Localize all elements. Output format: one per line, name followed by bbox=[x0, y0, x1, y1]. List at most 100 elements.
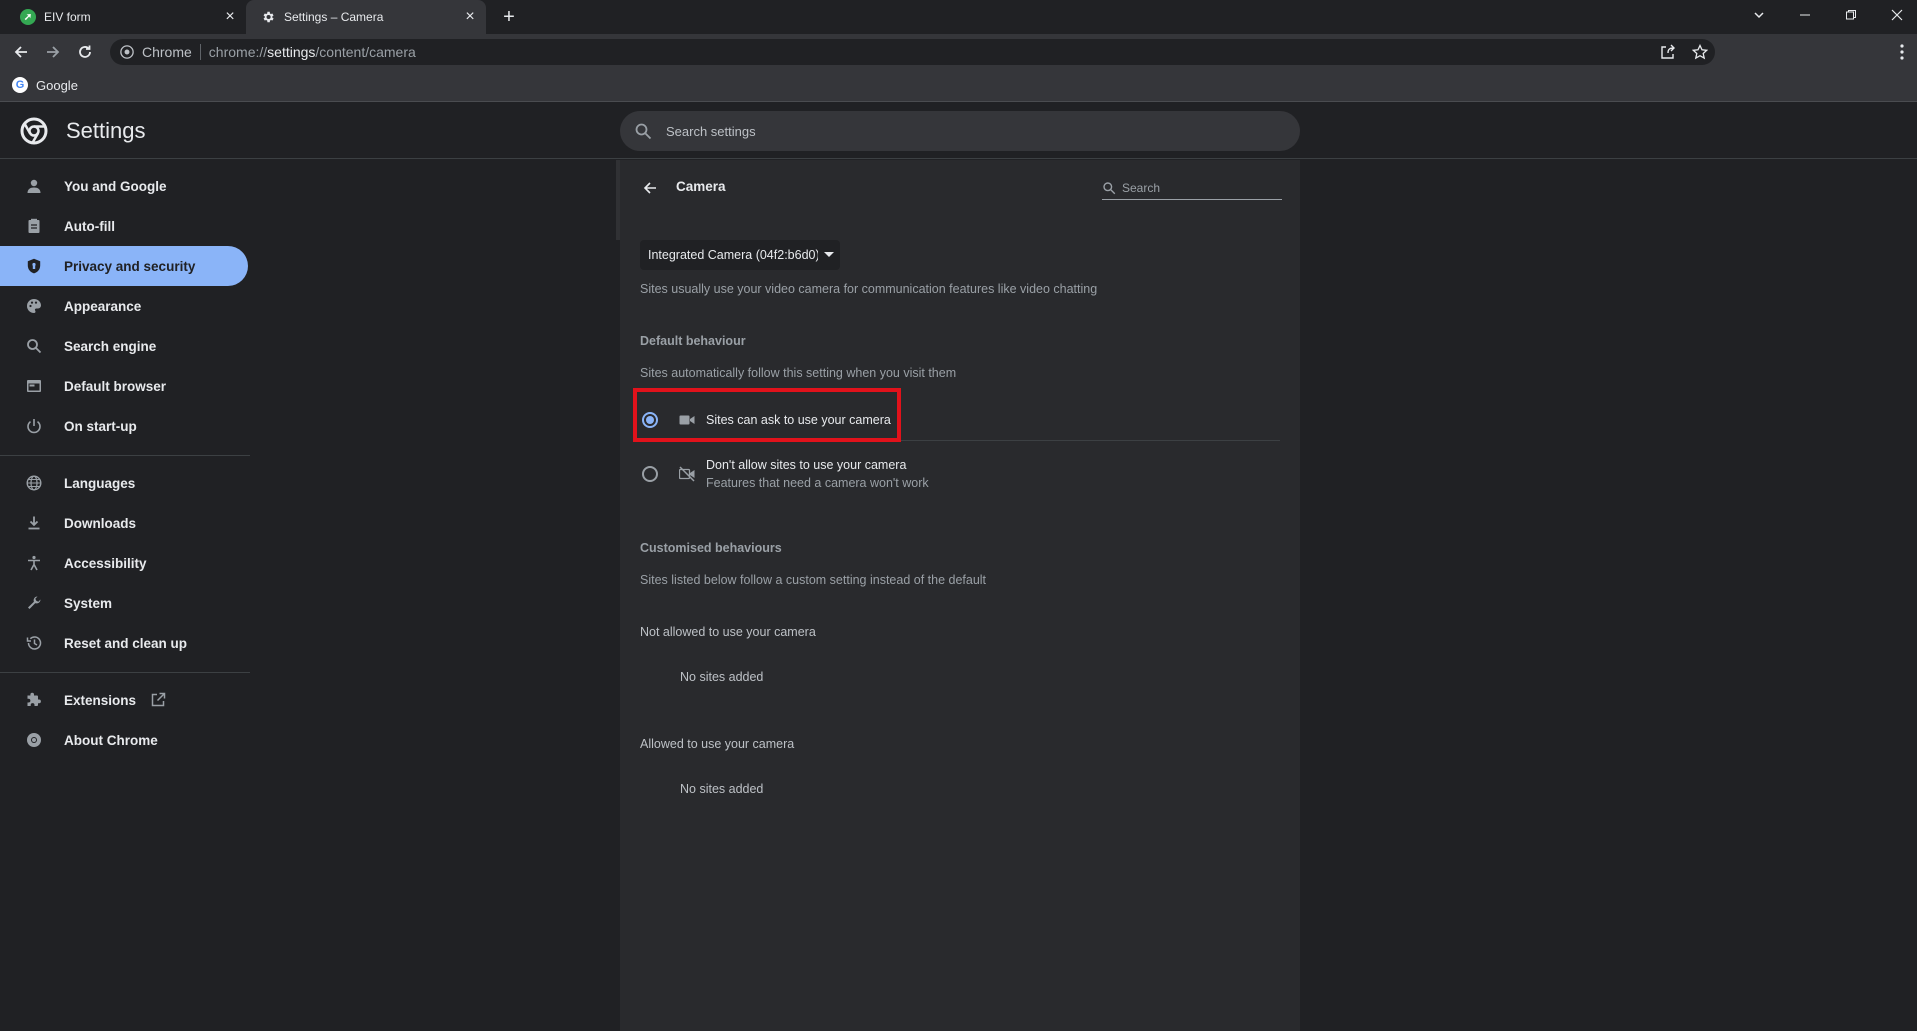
default-behaviour-description: Sites automatically follow this setting … bbox=[640, 366, 957, 380]
allowed-heading: Allowed to use your camera bbox=[640, 737, 795, 751]
search-icon bbox=[635, 123, 652, 140]
sidebar-item-label: You and Google bbox=[64, 178, 167, 194]
back-icon[interactable] bbox=[9, 40, 33, 64]
share-icon[interactable] bbox=[1656, 39, 1680, 65]
sidebar-item-search-engine[interactable]: Search engine bbox=[0, 326, 248, 366]
chrome-icon bbox=[24, 730, 44, 750]
close-tab-icon[interactable]: × bbox=[222, 9, 238, 25]
sidebar-divider bbox=[0, 672, 250, 673]
bookmark-google[interactable]: G Google bbox=[12, 77, 78, 93]
browser-icon bbox=[24, 376, 44, 396]
sidebar-item-label: Downloads bbox=[64, 515, 137, 531]
not-allowed-heading: Not allowed to use your camera bbox=[640, 625, 816, 639]
bookmark-star-icon[interactable] bbox=[1688, 39, 1712, 65]
sidebar-item-downloads[interactable]: Downloads bbox=[0, 503, 248, 543]
allowed-empty: No sites added bbox=[680, 782, 764, 796]
history-icon bbox=[24, 633, 44, 653]
search-input[interactable] bbox=[666, 123, 1266, 139]
eiv-favicon-icon: ➚ bbox=[20, 9, 36, 25]
search-icon bbox=[24, 336, 44, 356]
subpage-search-input[interactable] bbox=[1122, 180, 1272, 195]
address-bar[interactable]: Chrome chrome://settings/content/camera bbox=[110, 39, 1715, 65]
subpage-header: Camera bbox=[620, 160, 1300, 216]
external-link-icon bbox=[150, 692, 166, 708]
sidebar-item-label: Languages bbox=[64, 475, 136, 491]
sidebar-item-extensions[interactable]: Extensions bbox=[0, 680, 248, 720]
bookmark-label: Google bbox=[36, 77, 78, 93]
close-window-icon[interactable] bbox=[1880, 0, 1914, 30]
sidebar-item-label: Default browser bbox=[64, 378, 167, 394]
sidebar-divider bbox=[0, 455, 250, 456]
tab-title: EIV form bbox=[44, 10, 91, 24]
sidebar-item-label: Accessibility bbox=[64, 555, 147, 571]
customised-behaviours-description: Sites listed below follow a custom setti… bbox=[640, 573, 987, 587]
site-info: Chrome bbox=[110, 44, 192, 60]
globe-icon bbox=[24, 473, 44, 493]
radio-label: Don't allow sites to use your camera bbox=[706, 458, 907, 472]
browser-toolbar: Chrome chrome://settings/content/camera bbox=[0, 34, 1917, 70]
radio-sublabel: Features that need a camera won't work bbox=[706, 476, 929, 490]
camera-description: Sites usually use your video camera for … bbox=[640, 282, 1098, 296]
sidebar-item-label: Appearance bbox=[64, 298, 142, 314]
person-icon bbox=[24, 176, 44, 196]
search-icon bbox=[1103, 181, 1116, 194]
tab-settings-camera[interactable]: Settings – Camera × bbox=[246, 0, 486, 34]
back-arrow-icon[interactable] bbox=[638, 176, 662, 200]
sidebar-item-accessibility[interactable]: Accessibility bbox=[0, 543, 248, 583]
camera-device-select[interactable]: Integrated Camera (04f2:b6d0) bbox=[640, 240, 840, 270]
tab-eiv-form[interactable]: ➚ EIV form × bbox=[0, 0, 246, 34]
sidebar-item-autofill[interactable]: Auto-fill bbox=[0, 206, 248, 246]
sidebar-item-label: Extensions bbox=[64, 692, 137, 708]
sidebar-item-appearance[interactable]: Appearance bbox=[0, 286, 248, 326]
sidebar-item-reset-and-clean-up[interactable]: Reset and clean up bbox=[0, 623, 248, 663]
accessibility-icon bbox=[24, 553, 44, 573]
dropdown-arrow-icon bbox=[824, 252, 834, 257]
customised-behaviours-heading: Customised behaviours bbox=[640, 541, 782, 555]
sidebar-item-privacy-and-security[interactable]: Privacy and security bbox=[0, 246, 248, 286]
sidebar-item-label: Search engine bbox=[64, 338, 157, 354]
sidebar-item-languages[interactable]: Languages bbox=[0, 463, 248, 503]
sidebar-item-label: System bbox=[64, 595, 113, 611]
tab-strip: ➚ EIV form × Settings – Camera × + bbox=[0, 0, 1917, 34]
tab-search-icon[interactable] bbox=[1742, 0, 1776, 30]
highlight-box bbox=[633, 388, 901, 442]
puzzle-icon bbox=[24, 690, 44, 710]
sidebar-item-default-browser[interactable]: Default browser bbox=[0, 366, 248, 406]
sidebar-item-on-startup[interactable]: On start-up bbox=[0, 406, 248, 446]
sidebar-item-about-chrome[interactable]: About Chrome bbox=[0, 720, 248, 760]
radio-block-camera[interactable]: Don't allow sites to use your camera Fea… bbox=[640, 450, 1280, 498]
site-label: Chrome bbox=[142, 44, 192, 60]
download-icon bbox=[24, 513, 44, 533]
palette-icon bbox=[24, 296, 44, 316]
subpage-title: Camera bbox=[676, 179, 726, 194]
bookmarks-bar: G Google bbox=[0, 70, 1917, 102]
menu-icon[interactable] bbox=[1890, 40, 1914, 64]
not-allowed-empty: No sites added bbox=[680, 670, 764, 684]
tab-title: Settings – Camera bbox=[284, 10, 384, 24]
power-icon bbox=[24, 416, 44, 436]
sidebar-item-you-and-google[interactable]: You and Google bbox=[0, 166, 248, 206]
sidebar-item-label: Privacy and security bbox=[64, 258, 196, 274]
chrome-icon bbox=[120, 45, 134, 59]
wrench-icon bbox=[24, 593, 44, 613]
sidebar-item-system[interactable]: System bbox=[0, 583, 248, 623]
gear-icon bbox=[260, 9, 276, 25]
shield-icon bbox=[24, 256, 44, 276]
chrome-logo-icon bbox=[20, 117, 48, 145]
subpage-search[interactable] bbox=[1102, 176, 1282, 200]
camera-settings-card: Camera Integrated Camera (04f2:b6d0) Sit… bbox=[620, 160, 1300, 1031]
close-tab-icon[interactable]: × bbox=[462, 9, 478, 25]
forward-icon[interactable] bbox=[41, 40, 65, 64]
minimize-icon[interactable] bbox=[1788, 0, 1822, 30]
radio-button[interactable] bbox=[642, 466, 658, 482]
sidebar-item-label: Reset and clean up bbox=[64, 635, 188, 651]
new-tab-button[interactable]: + bbox=[498, 6, 520, 28]
reload-icon[interactable] bbox=[73, 40, 97, 64]
clipboard-icon bbox=[24, 216, 44, 236]
sidebar-item-label: Auto-fill bbox=[64, 218, 115, 234]
restore-icon[interactable] bbox=[1834, 0, 1868, 30]
google-icon: G bbox=[12, 77, 28, 93]
default-behaviour-heading: Default behaviour bbox=[640, 334, 746, 348]
settings-search[interactable] bbox=[620, 111, 1300, 151]
page-title: Settings bbox=[66, 118, 146, 143]
